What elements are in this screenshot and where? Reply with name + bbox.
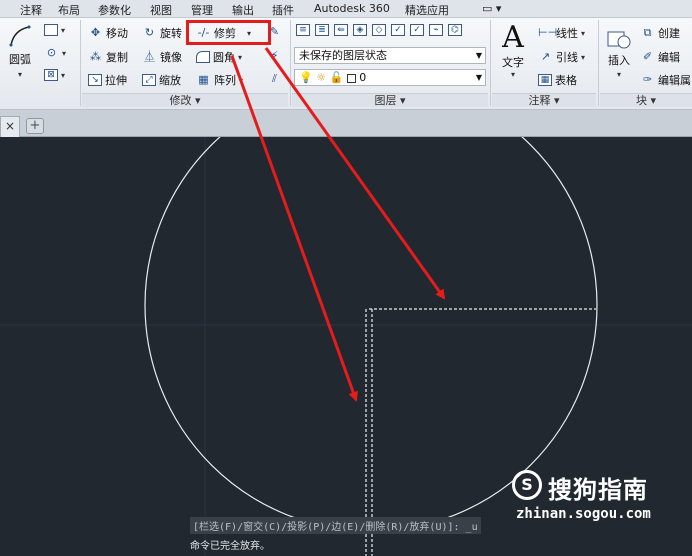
trim-highlight-box — [186, 20, 271, 45]
leader-icon: ↗ — [540, 50, 551, 63]
watermark-name: 搜狗指南 — [548, 476, 648, 504]
tab-featured-apps[interactable]: 精选应用 — [405, 2, 449, 18]
arc-icon — [9, 25, 31, 47]
edit-block-button[interactable]: ✐ 编辑 — [640, 49, 680, 65]
copy-button[interactable]: ⁂ 复制 — [88, 49, 128, 65]
layer-freeze-icon[interactable]: ✓ — [410, 24, 424, 36]
panel-separator — [490, 20, 491, 106]
chevron-down-icon: ▼ — [475, 73, 482, 82]
insert-block-icon — [607, 31, 631, 49]
explode-button[interactable]: ⚡ — [267, 49, 282, 63]
tab-view[interactable]: 视图 — [150, 2, 172, 18]
layer-state-select[interactable]: 未保存的图层状态 ▼ — [294, 47, 486, 64]
ellipse-button[interactable]: ⊙ ▾ — [44, 46, 66, 60]
linear-dimension-button[interactable]: ⊢⊣ 线性 ▾ — [538, 25, 585, 41]
block-panel-title[interactable]: 块 ▾ — [600, 93, 692, 107]
tab-manage[interactable]: 管理 — [191, 2, 213, 18]
text-button[interactable]: A 文字 ▾ — [496, 20, 530, 80]
explode-icon: ⚡ — [270, 49, 279, 62]
ribbon: 圆弧 ▾ ▾ ⊙ ▾ ⊠ ▾ ✥ 移动 ↻ 旋转 -/- 修剪 ▾ ✎ ⁂ 复制 ⏅ 镜像 圆角… — [0, 18, 692, 110]
tab-annotate[interactable]: 注释 — [20, 2, 42, 18]
modify-panel-title[interactable]: 修改 ▾ — [82, 93, 288, 107]
layer-previous-icon[interactable]: ⇚ — [334, 24, 348, 36]
fillet-button[interactable]: 圆角 ▾ — [196, 49, 242, 65]
offset-icon: ⫽ — [272, 72, 277, 85]
rotate-icon: ↻ — [144, 26, 155, 39]
command-message: 命令已完全放弃。 — [190, 541, 270, 552]
layer-walk-icon[interactable]: ⌬ — [448, 24, 462, 36]
sogou-watermark: S 搜狗指南 zhinan.sogou.com — [512, 470, 690, 530]
layer-isolate-icon[interactable]: ◈ — [353, 24, 367, 36]
ribbon-display-toggle[interactable]: ▭ ▾ — [482, 2, 501, 15]
new-tab-button[interactable]: + — [26, 118, 44, 134]
create-block-icon: ⧉ — [643, 26, 652, 39]
layers-panel-title[interactable]: 图层 ▾ — [292, 93, 488, 107]
tab-layout[interactable]: 布局 — [58, 2, 80, 18]
linear-dimension-icon: ⊢⊣ — [538, 26, 558, 39]
panel-separator — [290, 20, 291, 106]
mirror-icon: ⏅ — [144, 50, 155, 63]
sun-icon[interactable]: ☼ — [316, 71, 326, 84]
rotate-button[interactable]: ↻ 旋转 — [142, 25, 182, 41]
document-tab-strip: × + — [0, 110, 692, 137]
leader-button[interactable]: ↗ 引线 ▾ — [538, 49, 585, 65]
copy-icon: ⁂ — [90, 50, 101, 63]
offset-button[interactable]: ⫽ — [267, 72, 282, 86]
stretch-button[interactable]: ↘ 拉伸 — [88, 72, 127, 88]
layer-color-swatch — [346, 73, 356, 83]
layer-off-icon[interactable]: ✓ — [391, 24, 405, 36]
layer-unisolate-icon[interactable]: ◇ — [372, 24, 386, 36]
edit-attribute-icon: ✑ — [642, 73, 653, 86]
lightbulb-icon[interactable]: 💡 — [299, 71, 313, 84]
edit-block-icon: ✐ — [642, 50, 653, 63]
fillet-icon — [196, 51, 210, 63]
panel-separator — [80, 20, 81, 106]
array-button[interactable]: ▦ 阵列 ▾ — [196, 72, 243, 88]
arc-button[interactable]: 圆弧 ▾ — [4, 24, 36, 79]
hatch-icon: ⊠ — [44, 69, 58, 81]
text-a-icon: A — [502, 20, 524, 55]
stretch-icon: ↘ — [88, 74, 102, 86]
move-icon: ✥ — [90, 26, 101, 39]
command-history-line: [栏选(F)/窗交(C)/投影(P)/边(E)/删除(R)/放弃(U)]: _u — [190, 517, 481, 534]
watermark-url: zhinan.sogou.com — [516, 506, 651, 522]
arc-dropdown-caret: ▾ — [17, 70, 22, 79]
rectangle-button[interactable]: ▾ — [44, 24, 65, 36]
chevron-down-icon: ▼ — [475, 51, 482, 60]
tab-autodesk-360[interactable]: Autodesk 360 — [314, 2, 390, 15]
current-layer-select[interactable]: 💡 ☼ 🔓 0 ▼ — [294, 69, 486, 86]
unlock-icon[interactable]: 🔓 — [330, 71, 344, 84]
hatch-button[interactable]: ⊠ ▾ — [44, 69, 65, 81]
scale-button[interactable]: ⤢ 缩放 — [142, 72, 181, 88]
move-button[interactable]: ✥ 移动 — [88, 25, 128, 41]
tab-parametric[interactable]: 参数化 — [98, 2, 131, 18]
layer-properties-icon[interactable]: ≡ — [296, 24, 310, 36]
tab-output[interactable]: 输出 — [232, 2, 254, 18]
edit-attribute-button[interactable]: ✑ 编辑属 — [640, 72, 691, 88]
rectangle-icon — [44, 24, 58, 36]
ellipse-icon: ⊙ — [46, 46, 57, 59]
table-icon: ▦ — [538, 74, 552, 86]
panel-separator — [598, 20, 599, 106]
close-icon[interactable]: × — [0, 116, 20, 137]
ribbon-tab-bar: 注释 布局 参数化 视图 管理 输出 插件 Autodesk 360 精选应用 … — [0, 0, 692, 18]
layer-match-icon[interactable]: ≣ — [315, 24, 329, 36]
create-block-button[interactable]: ⧉ 创建 — [640, 25, 680, 41]
layer-lock-icon[interactable]: ⌁ — [429, 24, 443, 36]
table-button[interactable]: ▦ 表格 — [538, 72, 577, 88]
mirror-button[interactable]: ⏅ 镜像 — [142, 49, 182, 65]
tab-plugins[interactable]: 插件 — [272, 2, 294, 18]
array-icon: ▦ — [198, 73, 209, 86]
scale-icon: ⤢ — [142, 74, 156, 86]
sogou-logo: S — [512, 470, 542, 500]
arc-label: 圆弧 — [9, 53, 31, 66]
layer-tools-row: ≡ ≣ ⇚ ◈ ◇ ✓ ✓ ⌁ ⌬ — [296, 24, 462, 36]
insert-block-button[interactable]: 插入 ▾ — [603, 26, 635, 79]
annotation-panel-title[interactable]: 注释 ▾ — [492, 93, 596, 107]
